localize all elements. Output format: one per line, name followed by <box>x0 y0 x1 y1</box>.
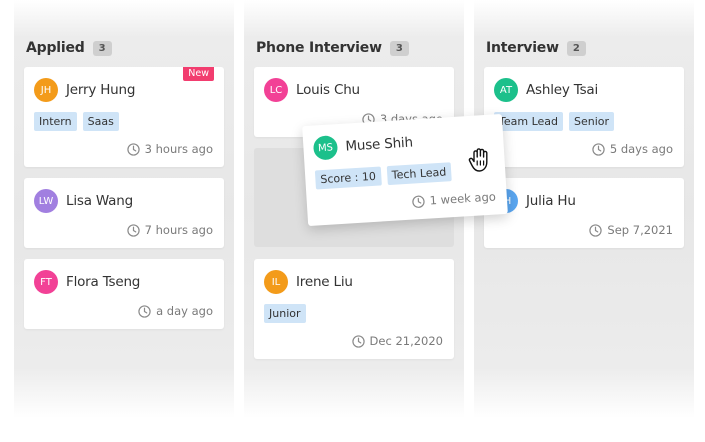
tag: Senior <box>569 112 615 131</box>
candidate-name: Lisa Wang <box>66 193 133 209</box>
tag-list: Junior <box>264 304 306 323</box>
column-header: Interview 2 <box>486 38 586 58</box>
time-text: 7 hours ago <box>144 223 213 237</box>
grab-hand-icon <box>468 148 488 172</box>
timestamp: 1 week ago <box>411 190 496 209</box>
time-text: a day ago <box>156 304 213 318</box>
avatar: FT <box>34 270 58 294</box>
column-count-badge: 3 <box>92 40 112 56</box>
candidate-card[interactable]: JH Julia Hu Sep 7,2021 <box>484 178 684 248</box>
avatar: AT <box>494 78 518 102</box>
tag-list: Score : 10 Tech Lead <box>314 162 452 190</box>
candidate-name: Jerry Hung <box>66 82 136 98</box>
timestamp: 5 days ago <box>592 142 673 156</box>
column-applied: Applied 3 New JH Jerry Hung Intern Saas … <box>14 0 234 418</box>
avatar: LC <box>264 78 288 102</box>
time-text: 3 hours ago <box>144 142 213 156</box>
tag: Junior <box>264 304 306 323</box>
candidate-card[interactable]: New JH Jerry Hung Intern Saas 3 hours ag… <box>24 67 224 167</box>
column-count-badge: 3 <box>389 40 409 56</box>
column-count-badge: 2 <box>566 40 586 56</box>
clock-icon <box>138 304 151 318</box>
candidate-name: Irene Liu <box>296 274 353 290</box>
clock-icon <box>592 142 605 156</box>
new-badge: New <box>183 67 214 81</box>
candidate-card[interactable]: FT Flora Tseng a day ago <box>24 259 224 329</box>
tag-list: Team Lead Senior <box>494 112 615 131</box>
timestamp: a day ago <box>138 304 213 318</box>
column-header: Phone Interview 3 <box>256 38 409 58</box>
timestamp: 7 hours ago <box>126 223 213 237</box>
avatar: MS <box>312 135 339 161</box>
tag-list: Intern Saas <box>34 112 119 131</box>
avatar: LW <box>34 189 58 213</box>
tag: Score : 10 <box>314 166 382 190</box>
tag: Team Lead <box>494 112 563 131</box>
time-text: Dec 21,2020 <box>369 334 443 348</box>
candidate-name: Ashley Tsai <box>526 82 599 98</box>
tag: Intern <box>34 112 77 131</box>
candidate-card[interactable]: AT Ashley Tsai Team Lead Senior 5 days a… <box>484 67 684 167</box>
avatar: JH <box>34 78 58 102</box>
kanban-board: Applied 3 New JH Jerry Hung Intern Saas … <box>0 0 705 442</box>
column-title: Phone Interview <box>256 40 382 56</box>
clock-icon <box>126 223 140 237</box>
candidate-name: Muse Shih <box>344 134 414 155</box>
candidate-card[interactable]: LW Lisa Wang 7 hours ago <box>24 178 224 248</box>
tag: Tech Lead <box>386 162 452 186</box>
column-title: Interview <box>486 40 559 56</box>
clock-icon <box>589 223 603 237</box>
candidate-name: Julia Hu <box>526 193 576 209</box>
timestamp: 3 hours ago <box>126 142 213 156</box>
tag: Saas <box>82 112 119 131</box>
timestamp: Sep 7,2021 <box>589 223 673 237</box>
clock-icon <box>412 195 425 208</box>
time-text: Sep 7,2021 <box>607 223 673 237</box>
time-text: 1 week ago <box>429 189 497 208</box>
time-text: 5 days ago <box>609 142 673 156</box>
timestamp: Dec 21,2020 <box>351 334 443 348</box>
avatar: IL <box>264 270 288 294</box>
clock-icon <box>126 142 140 156</box>
column-title: Applied <box>26 40 85 56</box>
candidate-name: Flora Tseng <box>66 274 141 290</box>
column-header: Applied 3 <box>26 38 112 58</box>
clock-icon <box>351 334 365 348</box>
candidate-name: Louis Chu <box>296 82 360 98</box>
candidate-card[interactable]: IL Irene Liu Junior Dec 21,2020 <box>254 259 454 359</box>
